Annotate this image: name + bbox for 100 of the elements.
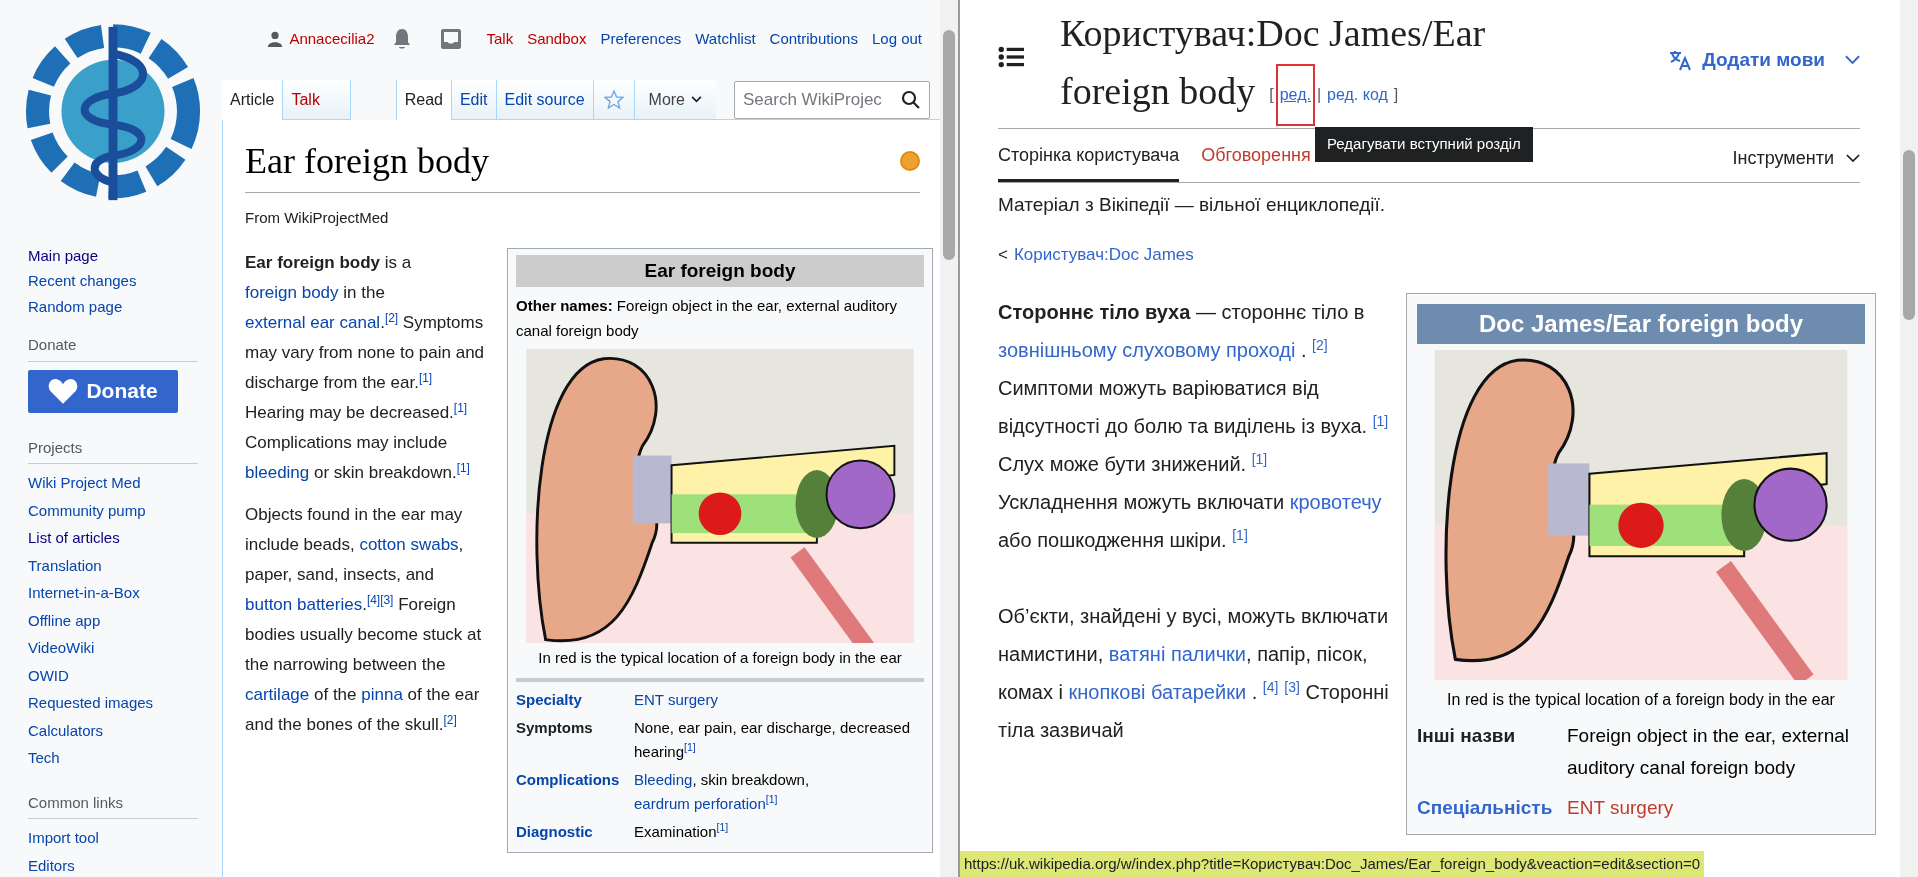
- sidebar-link[interactable]: Community pump: [28, 499, 222, 522]
- citation-link[interactable]: [3]: [380, 592, 394, 607]
- edit-link[interactable]: ред.: [1277, 66, 1313, 125]
- parent-page-link[interactable]: Користувач:Doc James: [1013, 241, 1194, 268]
- badge-icon: [900, 151, 920, 171]
- sidebar-link[interactable]: Requested images: [28, 692, 222, 715]
- tab[interactable]: Article: [222, 80, 284, 120]
- sidebar-link[interactable]: OWID: [28, 664, 222, 687]
- status-bar: https://uk.wikipedia.org/w/index.php?title=Користувач:Doc_James/Ear_foreign_body&veaction=edit&section=0: [960, 850, 1705, 877]
- search-field[interactable]: Search WikiProjec: [734, 80, 930, 119]
- infobox-label-link[interactable]: Complications: [516, 767, 634, 816]
- citation-link[interactable]: [1]: [1232, 527, 1248, 544]
- link[interactable]: ENT surgery: [634, 690, 718, 708]
- infobox-title: Doc James/Ear foreign body: [1417, 304, 1865, 345]
- tab[interactable]: Edit source: [495, 80, 593, 120]
- citation-link[interactable]: [2]: [384, 310, 399, 325]
- star-icon[interactable]: [603, 89, 624, 110]
- tab[interactable]: Read: [395, 80, 451, 120]
- citation-link[interactable]: [2]: [443, 712, 457, 727]
- image-caption: In red is the typical location of a foreign body in the ear: [516, 647, 924, 682]
- edit-link[interactable]: ред. код: [1325, 66, 1390, 125]
- scrollbar[interactable]: [940, 0, 958, 877]
- link[interactable]: external ear canal: [245, 312, 381, 332]
- other-names: Other names: Foreign object in the ear, external auditory canal foreign body: [516, 296, 899, 341]
- table-of-contents-icon[interactable]: [998, 46, 1024, 68]
- sidebar-link[interactable]: Random page: [28, 295, 222, 319]
- add-languages-button[interactable]: Додати мови: [1668, 46, 1860, 75]
- link[interactable]: ENT surgery: [1567, 797, 1674, 819]
- sidebar-link[interactable]: Offline app: [28, 609, 222, 632]
- citation-link[interactable]: [2]: [1312, 337, 1328, 354]
- link[interactable]: eardrum perforation: [634, 794, 766, 812]
- citation-link[interactable]: [1]: [418, 370, 433, 385]
- infobox-label: Symptoms: [516, 717, 594, 738]
- paragraph: Об’єкти, знайдені у вусі, можуть включати намистини, ватяні палички, папір, пісок, комах і кнопкові батарейки . $^{[4]}$ $^{[3]}$ Сторонні тіла зазвичай: [998, 604, 1390, 744]
- tools-menu[interactable]: Інструменти: [1732, 145, 1860, 183]
- personal-link[interactable]: Watchlist: [695, 27, 756, 51]
- infobox-value: Bleeding, skin breakdown, eardrum perforation$^{[1]}$: [634, 769, 811, 814]
- sidebar-link[interactable]: Internet-in-a-Box: [28, 582, 222, 605]
- tab[interactable]: Talk: [283, 80, 351, 120]
- citation-link[interactable]: [1]: [716, 821, 729, 834]
- tab[interactable]: Сторінка користувача: [998, 142, 1180, 183]
- personal-link[interactable]: Log out: [871, 27, 922, 51]
- bracket: [: [1269, 85, 1274, 106]
- sidebar-link[interactable]: Import tool: [28, 827, 222, 850]
- user-icon: [267, 31, 284, 47]
- link[interactable]: зовнішньому слуховому проході: [998, 339, 1296, 362]
- citation-link[interactable]: [1]: [1372, 413, 1389, 430]
- citation-link[interactable]: [1]: [765, 793, 778, 806]
- tagline: From WikiProjectMed: [245, 208, 390, 228]
- personal-link[interactable]: Talk: [486, 27, 514, 51]
- link[interactable]: pinna: [361, 684, 403, 704]
- sidebar-link[interactable]: Calculators: [28, 719, 222, 742]
- link[interactable]: foreign body: [245, 282, 339, 302]
- section-heading: Projects: [28, 436, 198, 464]
- sidebar-link[interactable]: Tech: [28, 747, 222, 770]
- more-menu[interactable]: More: [633, 80, 716, 120]
- page-title: Ear foreign body: [245, 140, 489, 183]
- link[interactable]: кнопкові батарейки: [1068, 681, 1247, 704]
- tab[interactable]: Обговорення: [1201, 142, 1311, 183]
- citation-link[interactable]: [1]: [453, 400, 468, 415]
- image-caption: In red is the typical location of a foreign body in the ear: [1446, 690, 1836, 711]
- link[interactable]: cotton swabs: [359, 534, 459, 554]
- paragraph: Стороннє тіло вуха — стороннє тіло в зовнішньому слуховому проході . $^{[2]}$ Симптоми можуть варіюватися від відсутності до болю та виділень із вуха. $^{[1]}$ Слух може бути знижений. $^{[1]}$ Ускладнення можуть включати кровотечу або пошкодження шкіри. $^{[1]}$: [998, 300, 1390, 554]
- link[interactable]: Bleeding: [634, 770, 693, 788]
- citation-link[interactable]: [4]: [1262, 679, 1279, 696]
- link[interactable]: кровотечу: [1289, 491, 1382, 514]
- user-link[interactable]: Annacecilia2: [289, 27, 375, 51]
- infobox-label-link[interactable]: Diagnostic: [516, 819, 634, 844]
- paragraph: Ear foreign body is a foreign body in the external ear canal.$^{[2]}$ Symptoms may vary from none to pain and discharge from the ear.$^{[1]}$ Hearing may be decreased.$^{[1]}$ Complications may include bleeding or skin breakdown.$^{[1]}$: [245, 251, 486, 484]
- personal-link[interactable]: Sandbox: [527, 27, 587, 51]
- scrollbar[interactable]: [1900, 0, 1918, 877]
- chevron-down-icon: [1845, 55, 1860, 66]
- citation-link[interactable]: [3]: [1284, 679, 1300, 696]
- search-icon[interactable]: [901, 89, 921, 110]
- donate-button[interactable]: Donate: [28, 369, 178, 413]
- personal-link[interactable]: Preferences: [600, 27, 682, 51]
- sidebar-link[interactable]: Translation: [28, 554, 222, 577]
- link[interactable]: cartilage: [245, 684, 310, 704]
- sidebar-link[interactable]: Wiki Project Med: [28, 472, 222, 495]
- chevron-down-icon: [691, 96, 702, 103]
- section-heading: Donate: [28, 334, 198, 362]
- sidebar-link[interactable]: Editors: [28, 854, 222, 877]
- infobox-label-link[interactable]: Спеціальність: [1417, 792, 1567, 825]
- bell-icon[interactable]: [392, 28, 413, 50]
- sidebar-link[interactable]: List of articles: [28, 527, 222, 550]
- sidebar-link[interactable]: Recent changes: [28, 270, 222, 293]
- tab[interactable]: Edit: [450, 80, 496, 120]
- sidebar-link[interactable]: Main page: [28, 244, 222, 268]
- personal-link[interactable]: Contributions: [769, 27, 858, 51]
- sidebar-link[interactable]: VideoWiki: [28, 637, 222, 660]
- link[interactable]: bleeding: [245, 462, 310, 482]
- citation-link[interactable]: [4]: [366, 592, 381, 607]
- citation-link[interactable]: [1]: [1251, 451, 1268, 468]
- citation-link[interactable]: [1]: [684, 741, 696, 754]
- citation-link[interactable]: [1]: [456, 460, 470, 475]
- link[interactable]: button batteries: [245, 594, 363, 614]
- inbox-icon[interactable]: [440, 29, 463, 49]
- link[interactable]: ватяні палички: [1108, 643, 1247, 666]
- infobox-label-link[interactable]: Specialty: [516, 687, 634, 712]
- bracket: ]: [1393, 85, 1399, 106]
